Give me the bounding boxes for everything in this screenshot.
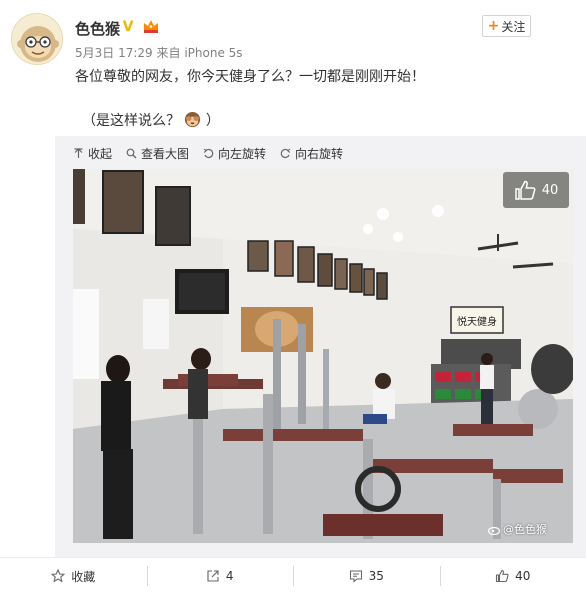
weibo-post-card: 色色猴 V 5月3日 17:29 来自 iPhone 5s + 关注 各位尊敬的… bbox=[0, 0, 586, 594]
rotate-left-icon bbox=[203, 148, 214, 159]
verified-v-icon: V bbox=[123, 19, 134, 33]
thumbs-up-icon bbox=[496, 569, 509, 583]
repost-icon bbox=[207, 570, 219, 582]
rotate-left-label: 向左旋转 bbox=[218, 147, 267, 161]
rotate-right-button[interactable]: 向右旋转 bbox=[280, 145, 343, 162]
source-prefix: 来自 bbox=[156, 46, 181, 60]
post-meta: 5月3日 17:29 来自 iPhone 5s bbox=[75, 44, 243, 61]
view-large-button[interactable]: 查看大图 bbox=[126, 145, 189, 162]
repost-button[interactable]: 4 bbox=[146, 558, 294, 594]
photo-like-button[interactable]: 40 bbox=[503, 172, 569, 208]
avatar[interactable] bbox=[11, 13, 63, 65]
gym-photo-illustration: 悦天健身 bbox=[73, 169, 573, 543]
user-name[interactable]: 色色猴 bbox=[75, 18, 120, 39]
weibo-logo-icon bbox=[488, 526, 501, 535]
post-text-line2-open: （是这样说么？ bbox=[82, 113, 180, 129]
comment-icon bbox=[349, 570, 362, 583]
monkey-avatar-icon bbox=[12, 14, 62, 64]
thumbs-up-icon bbox=[514, 180, 536, 200]
post-text-line2-close: ） bbox=[205, 113, 220, 129]
like-button[interactable]: 40 bbox=[439, 558, 586, 594]
photo-like-count: 40 bbox=[541, 182, 559, 198]
svg-text:V: V bbox=[123, 19, 134, 33]
media-toolbar: 收起 查看大图 向左旋转 向右旋转 bbox=[73, 145, 343, 162]
rotate-left-button[interactable]: 向左旋转 bbox=[203, 145, 266, 162]
comment-button[interactable]: 35 bbox=[293, 558, 440, 594]
view-large-label: 查看大图 bbox=[141, 147, 190, 161]
star-icon bbox=[51, 569, 66, 583]
post-text-line2: （是这样说么？ ） bbox=[82, 110, 220, 130]
follow-label: 关注 bbox=[501, 19, 526, 34]
post-text-line1: 各位尊敬的网友，你今天健身了么？一切都是刚刚开始！ bbox=[75, 69, 425, 85]
comment-count: 35 bbox=[368, 569, 384, 583]
photo-watermark: @色色猴 bbox=[488, 521, 547, 537]
post-source: iPhone 5s bbox=[184, 46, 243, 60]
post-photo[interactable]: 悦天健身 bbox=[73, 169, 573, 543]
like-count: 40 bbox=[515, 569, 531, 583]
collapse-label: 收起 bbox=[88, 147, 113, 161]
crown-icon[interactable] bbox=[142, 18, 160, 34]
see-no-evil-monkey-icon bbox=[185, 111, 201, 128]
plus-icon: + bbox=[487, 18, 500, 34]
follow-button[interactable]: + 关注 bbox=[482, 15, 531, 37]
favorite-button[interactable]: 收藏 bbox=[0, 558, 147, 594]
repost-count: 4 bbox=[225, 569, 234, 583]
rotate-right-label: 向右旋转 bbox=[295, 147, 344, 161]
rotate-right-icon bbox=[280, 148, 291, 159]
action-bar: 收藏 4 35 40 bbox=[0, 557, 586, 594]
post-date[interactable]: 5月3日 17:29 bbox=[75, 46, 153, 60]
magnifier-icon bbox=[126, 148, 137, 159]
collapse-button[interactable]: 收起 bbox=[73, 145, 112, 162]
favorite-label: 收藏 bbox=[71, 569, 96, 584]
gym-sign-text: 悦天健身 bbox=[457, 315, 497, 328]
watermark-text: @色色猴 bbox=[503, 523, 547, 536]
collapse-icon bbox=[74, 148, 83, 158]
